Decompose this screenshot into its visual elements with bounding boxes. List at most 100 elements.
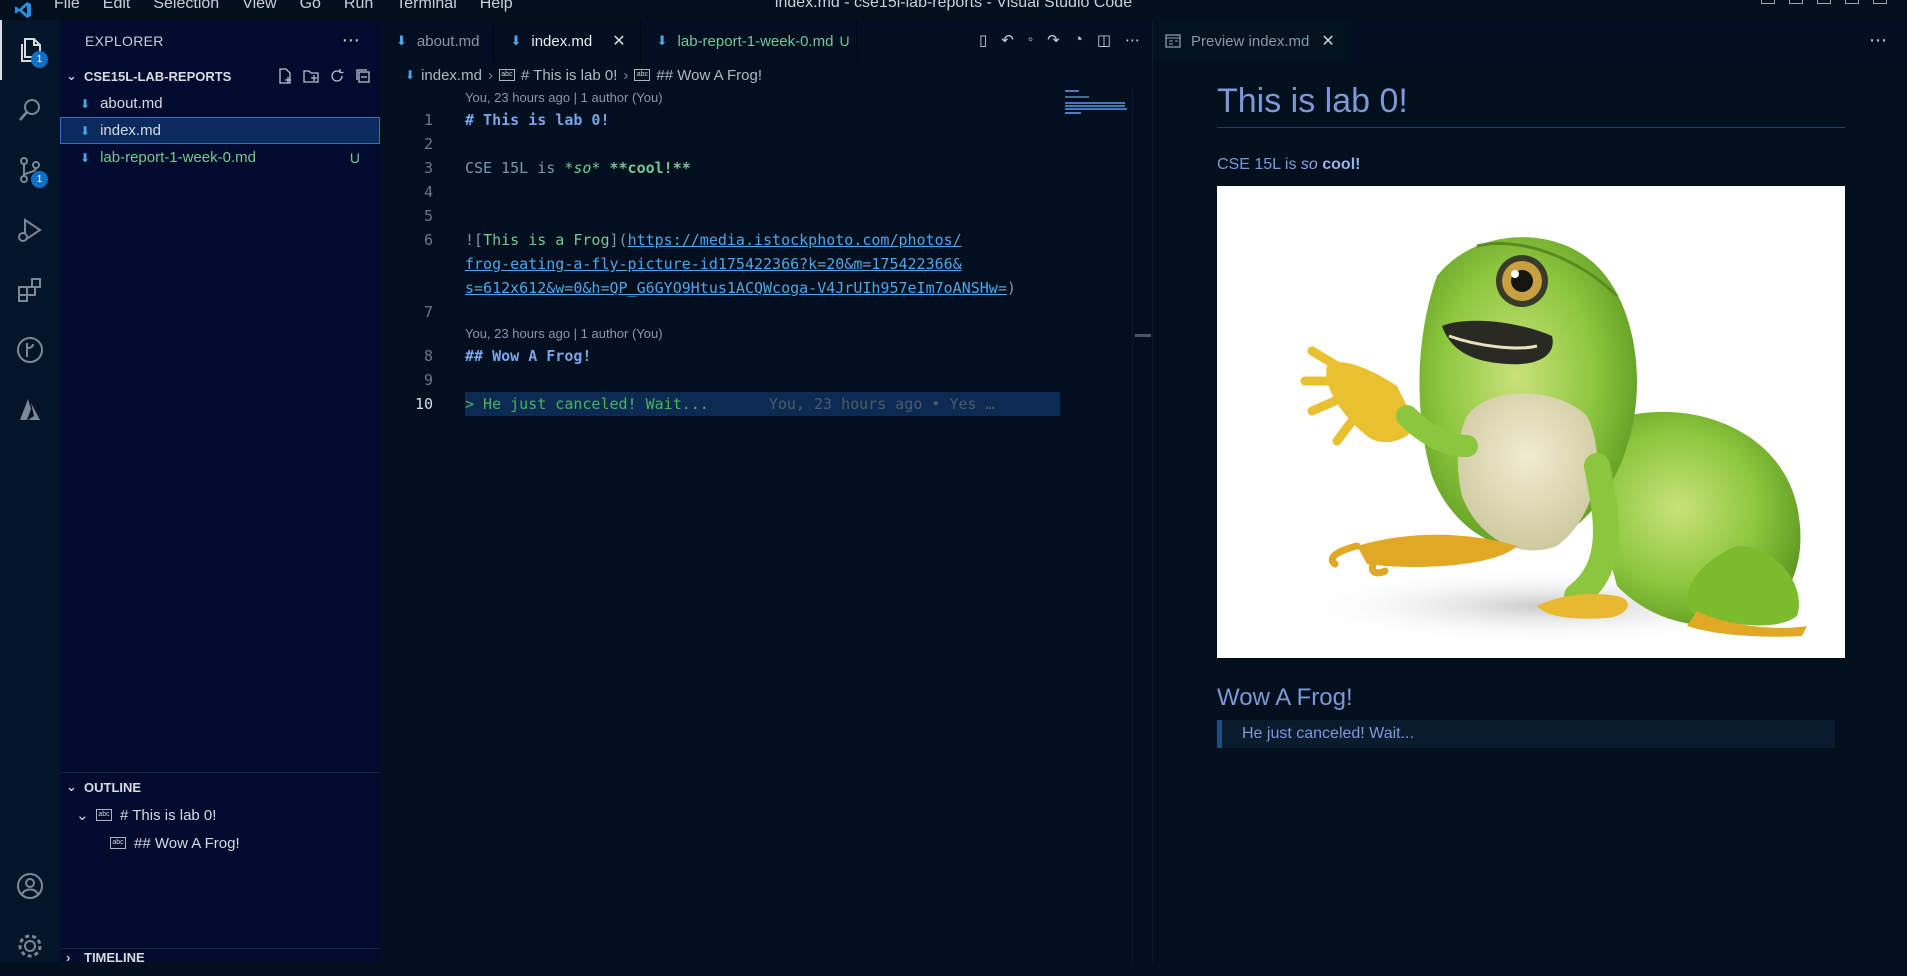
tab-lab-report[interactable]: ⬇ lab-report-1-week-0.md U — [641, 20, 857, 62]
run-debug-activity[interactable] — [0, 200, 60, 260]
image-link[interactable]: https://media.istockphoto.com/photos/ — [628, 231, 962, 249]
image-link[interactable]: s=612x612&w=0&h=QP_G6GYO9Htus1ACQWcoga-V… — [465, 279, 1007, 297]
minimap[interactable] — [1065, 88, 1135, 128]
code-token: ]( — [609, 231, 628, 249]
vertical-scrollbar[interactable] — [1132, 88, 1152, 962]
account-icon — [17, 873, 43, 899]
layout-toggle-icon[interactable] — [1761, 0, 1775, 4]
layout-split-icon[interactable] — [1817, 0, 1831, 4]
source-control-activity[interactable]: 1 — [0, 140, 60, 200]
outline-label: # This is lab 0! — [120, 806, 217, 824]
go-back-icon[interactable]: ↶ — [1001, 31, 1014, 49]
menu-edit[interactable]: Edit — [103, 0, 131, 12]
scrollbar-thumb[interactable] — [1135, 334, 1151, 337]
outline-title: OUTLINE — [84, 779, 142, 795]
close-tab-icon[interactable]: ✕ — [1321, 31, 1334, 51]
azure-icon — [20, 399, 40, 420]
outline-header[interactable]: ⌄ OUTLINE — [60, 773, 380, 801]
new-folder-icon[interactable] — [302, 67, 320, 85]
code-token: > He just canceled! Wait... — [465, 395, 709, 413]
markdown-preview-group: Preview index.md ✕ ⋯ This is lab 0! CSE … — [1152, 20, 1907, 962]
code-line: 8 ## Wow A Frog! — [380, 344, 1060, 368]
timeline-section[interactable]: › TIMELINE — [60, 948, 380, 962]
window-controls — [1761, 0, 1887, 4]
outline-item-h2[interactable]: abc ## Wow A Frog! — [60, 829, 380, 857]
more-actions-icon[interactable]: ⋯ — [1125, 31, 1140, 49]
breadcrumb-h2[interactable]: ## Wow A Frog! — [656, 67, 762, 84]
tab-index[interactable]: ⬇ index.md ✕ — [494, 20, 641, 62]
explorer-activity[interactable]: 1 — [0, 20, 60, 80]
code-text: CSE 15L is *so* **cool!** — [465, 156, 691, 180]
chevron-down-icon: ⌄ — [66, 779, 77, 794]
code-text: > He just canceled! Wait... You, 23 hours… — [465, 392, 995, 416]
outline-item-h1[interactable]: ⌄ abc # This is lab 0! — [60, 801, 380, 829]
menu-selection[interactable]: Selection — [153, 0, 219, 12]
timeline-header[interactable]: › TIMELINE — [60, 949, 380, 963]
editor-actions: ▯ ↶ ◦ ↷ ◔ ◫ ⋯ — [979, 31, 1140, 49]
file-item-lab-report[interactable]: ⬇ lab-report-1-week-0.md U — [60, 144, 380, 171]
file-item-index[interactable]: ⬇ index.md — [60, 117, 380, 144]
string-symbol-icon: abc — [110, 837, 126, 849]
markdown-file-icon: ⬇ — [396, 33, 407, 48]
file-item-about[interactable]: ⬇ about.md — [60, 90, 380, 117]
markdown-file-icon: ⬇ — [80, 96, 91, 111]
menu-run[interactable]: Run — [344, 0, 373, 12]
codelens-blame[interactable]: You, 23 hours ago | 1 author (You) — [465, 324, 663, 344]
menu-help[interactable]: Help — [480, 0, 513, 12]
more-actions-icon[interactable]: ⋯ — [342, 30, 360, 51]
image-link[interactable]: frog-eating-a-fly-picture-id175422366?k=… — [465, 252, 962, 276]
breadcrumb-file[interactable]: index.md — [421, 67, 482, 84]
customize-layout-icon[interactable] — [1845, 0, 1859, 4]
extensions-activity[interactable] — [0, 260, 60, 320]
line-number: 6 — [423, 231, 433, 249]
collapse-all-icon[interactable] — [354, 67, 372, 85]
tab-about[interactable]: ⬇ about.md — [380, 20, 495, 62]
code-token: *so* — [564, 159, 601, 177]
manage-activity[interactable] — [0, 916, 60, 976]
editor-tabs: ⬇ about.md ⬇ index.md ✕ ⬇ lab-report-1-w… — [380, 20, 1152, 62]
line-number: 9 — [423, 371, 433, 389]
previous-change-icon[interactable]: ◦ — [1028, 31, 1033, 49]
layout-panel-icon[interactable] — [1789, 0, 1803, 4]
split-editor-icon[interactable]: ◫ — [1097, 31, 1111, 49]
refresh-icon[interactable] — [328, 67, 346, 85]
restore-window-icon[interactable] — [1873, 0, 1887, 4]
preview-content: This is lab 0! CSE 15L is so cool! Wow A… — [1217, 62, 1845, 748]
open-preview-icon[interactable]: ▯ — [979, 31, 987, 49]
preview-blockquote: He just canceled! Wait... — [1217, 720, 1835, 748]
tab-status: U — [839, 33, 850, 49]
markdown-file-icon: ⬇ — [656, 33, 668, 48]
folder-name: CSE15L-LAB-REPORTS — [84, 68, 232, 84]
code-line: 9 — [380, 368, 1060, 392]
git-graph-activity[interactable] — [0, 320, 60, 380]
code-text: s=612x612&w=0&h=QP_G6GYO9Htus1ACQWcoga-V… — [465, 276, 1016, 300]
outline-section: ⌄ OUTLINE ⌄ abc # This is lab 0! abc ## … — [60, 772, 380, 857]
azure-activity[interactable] — [0, 380, 60, 440]
menu-file[interactable]: File — [54, 0, 80, 12]
folder-section-header[interactable]: ⌄ CSE15L-LAB-REPORTS — [60, 62, 380, 90]
chevron-down-icon: ⌄ — [66, 68, 77, 83]
accounts-activity[interactable] — [0, 856, 60, 916]
code-line-current: 10 > He just canceled! Wait... You, 23 hou… — [380, 392, 1060, 416]
menu-go[interactable]: Go — [300, 0, 321, 12]
preview-heading-1: This is lab 0! — [1217, 62, 1845, 128]
code-token: CSE 15L is — [465, 159, 565, 177]
menu-view[interactable]: View — [242, 0, 276, 12]
breadcrumb-h1[interactable]: # This is lab 0! — [521, 67, 617, 84]
menu-terminal[interactable]: Terminal — [396, 0, 456, 12]
codelens-blame[interactable]: You, 23 hours ago | 1 author (You) — [465, 88, 663, 108]
preview-bold: cool! — [1322, 156, 1361, 173]
search-activity[interactable] — [0, 80, 60, 140]
new-file-icon[interactable] — [276, 67, 294, 85]
editor-group: ⬇ about.md ⬇ index.md ✕ ⬇ lab-report-1-w… — [380, 20, 1152, 962]
timeline-icon[interactable]: ◔ — [1074, 31, 1083, 49]
string-symbol-icon: abc — [96, 809, 112, 821]
code-line: 2 — [380, 132, 1060, 156]
next-change-icon[interactable]: ↷ — [1047, 31, 1060, 49]
code-token: **cool!** — [609, 159, 691, 177]
close-tab-icon[interactable]: ✕ — [612, 31, 625, 51]
tab-preview-index[interactable]: Preview index.md ✕ — [1153, 20, 1349, 62]
line-number: 3 — [423, 159, 433, 177]
more-actions-icon[interactable]: ⋯ — [1869, 30, 1887, 51]
file-name: lab-report-1-week-0.md — [100, 149, 256, 166]
